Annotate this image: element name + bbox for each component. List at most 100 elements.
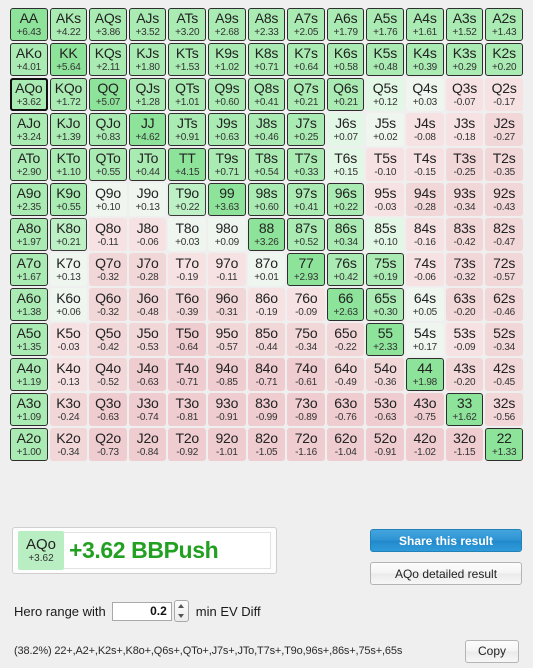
hand-cell-43o[interactable]: 43o -0.75 (406, 393, 444, 426)
hand-cell-T8o[interactable]: T8o +0.03 (168, 218, 207, 251)
hand-cell-Q4o[interactable]: Q4o -0.52 (89, 358, 127, 391)
hand-cell-22[interactable]: 22 +1.33 (485, 428, 523, 461)
hand-cell-64o[interactable]: 64o -0.49 (326, 358, 365, 391)
hand-cell-JJ[interactable]: JJ +4.62 (128, 113, 167, 146)
hand-cell-64s[interactable]: 64s +0.05 (406, 288, 444, 321)
hand-cell-86o[interactable]: 86o -0.19 (247, 288, 286, 321)
hand-cell-55[interactable]: 55 +2.33 (366, 323, 405, 356)
hand-cell-42s[interactable]: 42s -0.45 (485, 358, 523, 391)
hand-cell-TT[interactable]: TT +4.15 (168, 148, 207, 181)
hand-cell-Q8s[interactable]: Q8s +0.41 (247, 78, 286, 111)
hand-cell-65s[interactable]: 65s +0.30 (366, 288, 405, 321)
hand-cell-A2o[interactable]: A2o +1.00 (10, 428, 48, 461)
hand-cell-ATo[interactable]: ATo +2.90 (10, 148, 48, 181)
hand-cell-T5s[interactable]: T5s -0.10 (366, 148, 405, 181)
hand-cell-77[interactable]: 77 +2.93 (287, 253, 325, 286)
hand-cell-92o[interactable]: 92o -1.01 (208, 428, 246, 461)
hand-cell-84o[interactable]: 84o -0.71 (247, 358, 286, 391)
share-this-result-button[interactable]: Share this result (370, 529, 522, 552)
hand-cell-K7s[interactable]: K7s +0.64 (287, 43, 325, 76)
hand-cell-T6s[interactable]: T6s +0.15 (326, 148, 365, 181)
hand-cell-J4s[interactable]: J4s -0.08 (406, 113, 444, 146)
hand-cell-Q4s[interactable]: Q4s +0.03 (406, 78, 444, 111)
hand-cell-86s[interactable]: 86s +0.34 (326, 218, 365, 251)
hand-cell-QQ[interactable]: QQ +5.07 (89, 78, 127, 111)
hero-range-stepper[interactable] (173, 600, 189, 622)
hand-cell-ATs[interactable]: ATs +3.20 (168, 8, 207, 41)
hand-cell-Q2o[interactable]: Q2o -0.73 (89, 428, 127, 461)
hand-cell-A6s[interactable]: A6s +1.79 (326, 8, 365, 41)
hand-cell-AJs[interactable]: AJs +3.52 (128, 8, 167, 41)
hand-cell-K9s[interactable]: K9s +1.02 (208, 43, 246, 76)
hand-cell-97s[interactable]: 97s +0.41 (287, 183, 325, 216)
stepper-down-icon[interactable] (178, 614, 185, 618)
hand-cell-76s[interactable]: 76s +0.42 (326, 253, 365, 286)
hand-cell-K6o[interactable]: K6o +0.06 (49, 288, 88, 321)
hand-cell-A9o[interactable]: A9o +2.35 (10, 183, 48, 216)
hand-cell-KJs[interactable]: KJs +1.80 (128, 43, 167, 76)
hand-cell-T9s[interactable]: T9s +0.71 (208, 148, 246, 181)
hand-cell-QTo[interactable]: QTo +0.55 (89, 148, 127, 181)
hand-cell-73o[interactable]: 73o -0.89 (287, 393, 325, 426)
hand-cell-72s[interactable]: 72s -0.57 (485, 253, 523, 286)
hand-cell-75s[interactable]: 75s +0.19 (366, 253, 405, 286)
hand-cell-KK[interactable]: KK +5.64 (49, 43, 88, 76)
hand-cell-96s[interactable]: 96s +0.22 (326, 183, 365, 216)
hand-cell-KQs[interactable]: KQs +2.11 (89, 43, 127, 76)
hand-cell-T8s[interactable]: T8s +0.54 (247, 148, 286, 181)
hand-cell-K2o[interactable]: K2o -0.34 (49, 428, 88, 461)
hand-cell-K9o[interactable]: K9o +0.55 (49, 183, 88, 216)
hand-cell-J4o[interactable]: J4o -0.63 (128, 358, 167, 391)
hand-cell-98s[interactable]: 98s +0.60 (247, 183, 286, 216)
hand-cell-J3o[interactable]: J3o -0.74 (128, 393, 167, 426)
hand-cell-A7o[interactable]: A7o +1.67 (10, 253, 48, 286)
hand-cell-95o[interactable]: 95o -0.57 (208, 323, 246, 356)
hand-cell-32o[interactable]: 32o -1.15 (445, 428, 484, 461)
hand-cell-KQo[interactable]: KQo +1.72 (49, 78, 88, 111)
hand-cell-AA[interactable]: AA +6.43 (10, 8, 48, 41)
hand-cell-52s[interactable]: 52s -0.34 (485, 323, 523, 356)
hero-range-input[interactable] (111, 601, 172, 621)
hand-cell-K5s[interactable]: K5s +0.48 (366, 43, 405, 76)
hand-cell-66[interactable]: 66 +2.63 (326, 288, 365, 321)
hand-cell-T6o[interactable]: T6o -0.39 (168, 288, 207, 321)
hand-cell-75o[interactable]: 75o -0.34 (287, 323, 325, 356)
hand-cell-Q9o[interactable]: Q9o +0.10 (89, 183, 127, 216)
hand-cell-63o[interactable]: 63o -0.76 (326, 393, 365, 426)
hand-cell-A8o[interactable]: A8o +1.97 (10, 218, 48, 251)
hand-cell-T4s[interactable]: T4s -0.15 (406, 148, 444, 181)
hand-cell-A5o[interactable]: A5o +1.35 (10, 323, 48, 356)
hand-cell-52o[interactable]: 52o -0.91 (366, 428, 405, 461)
hand-cell-K8s[interactable]: K8s +0.71 (247, 43, 286, 76)
hand-cell-AQs[interactable]: AQs +3.86 (89, 8, 127, 41)
hand-cell-QJs[interactable]: QJs +1.28 (128, 78, 167, 111)
hand-cell-Q7o[interactable]: Q7o -0.32 (89, 253, 127, 286)
hand-cell-62o[interactable]: 62o -1.04 (326, 428, 365, 461)
hand-cell-AQo[interactable]: AQo +3.62 (10, 78, 48, 111)
hand-cell-T9o[interactable]: T9o +0.22 (168, 183, 207, 216)
hand-cell-87s[interactable]: 87s +0.52 (287, 218, 325, 251)
hand-cell-T4o[interactable]: T4o -0.71 (168, 358, 207, 391)
hand-cell-96o[interactable]: 96o -0.31 (208, 288, 246, 321)
hand-cell-99[interactable]: 99 +3.63 (208, 183, 246, 216)
hand-cell-94o[interactable]: 94o -0.85 (208, 358, 246, 391)
hand-cell-J8s[interactable]: J8s +0.46 (247, 113, 286, 146)
hand-cell-Q6o[interactable]: Q6o -0.32 (89, 288, 127, 321)
hand-cell-53s[interactable]: 53s -0.09 (445, 323, 484, 356)
hand-cell-J2o[interactable]: J2o -0.84 (128, 428, 167, 461)
hand-cell-A8s[interactable]: A8s +2.33 (247, 8, 286, 41)
detailed-result-button[interactable]: AQo detailed result (370, 562, 522, 585)
hand-cell-Q3s[interactable]: Q3s -0.07 (445, 78, 484, 111)
hand-cell-J8o[interactable]: J8o -0.06 (128, 218, 167, 251)
hand-cell-T2o[interactable]: T2o -0.92 (168, 428, 207, 461)
hand-cell-94s[interactable]: 94s -0.28 (406, 183, 444, 216)
hand-cell-62s[interactable]: 62s -0.46 (485, 288, 523, 321)
hand-cell-Q9s[interactable]: Q9s +0.60 (208, 78, 246, 111)
hand-cell-Q2s[interactable]: Q2s -0.17 (485, 78, 523, 111)
hand-cell-85s[interactable]: 85s +0.10 (366, 218, 405, 251)
hand-cell-J2s[interactable]: J2s -0.27 (485, 113, 523, 146)
hand-cell-AJo[interactable]: AJo +3.24 (10, 113, 48, 146)
hand-cell-Q7s[interactable]: Q7s +0.21 (287, 78, 325, 111)
hand-cell-44[interactable]: 44 +1.98 (406, 358, 444, 391)
hand-cell-53o[interactable]: 53o -0.63 (366, 393, 405, 426)
